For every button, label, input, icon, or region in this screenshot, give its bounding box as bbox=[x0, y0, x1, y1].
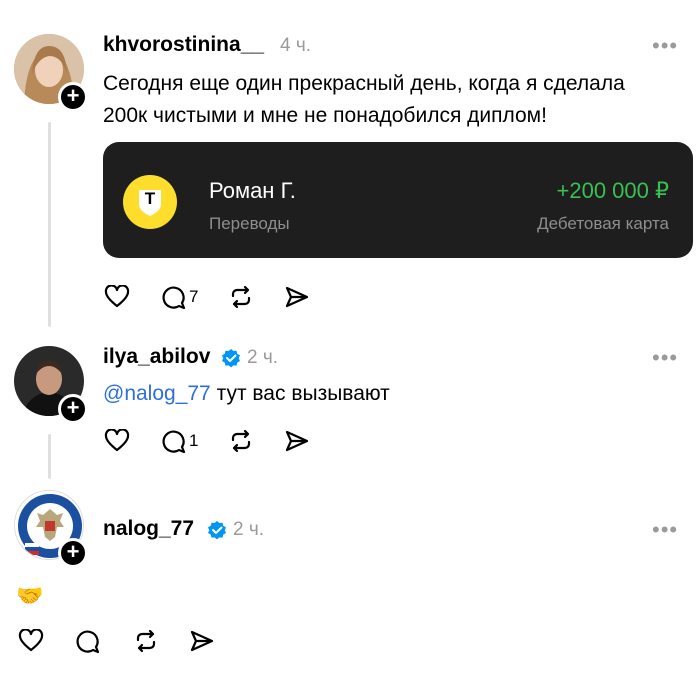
comment-icon bbox=[162, 286, 186, 310]
heart-icon bbox=[104, 429, 130, 452]
send-icon bbox=[286, 430, 309, 452]
heart-icon bbox=[104, 285, 130, 308]
repost-button[interactable] bbox=[228, 429, 254, 453]
repost-icon bbox=[232, 429, 251, 453]
heart-icon bbox=[18, 629, 44, 652]
verified-badge-icon bbox=[208, 521, 226, 540]
post-text-body: тут вас вызывают bbox=[210, 382, 390, 405]
more-options-button[interactable]: ••• bbox=[652, 33, 678, 59]
post-text: @nalog_77 тут вас вызывают bbox=[103, 378, 390, 410]
bank-logo-icon: Т bbox=[123, 175, 177, 229]
repost-button[interactable] bbox=[133, 629, 159, 653]
bank-transfer-card: Т Роман Г. Переводы +200 000 ₽ Дебетовая… bbox=[103, 142, 693, 258]
transfer-category: Переводы bbox=[209, 214, 290, 233]
like-button[interactable] bbox=[104, 429, 130, 453]
share-button[interactable] bbox=[284, 285, 310, 309]
post-actions: 1 bbox=[104, 428, 340, 454]
thread-line bbox=[48, 434, 51, 479]
reply-count: 1 bbox=[189, 431, 199, 450]
thread-line bbox=[48, 122, 51, 327]
follow-plus-button[interactable]: + bbox=[58, 394, 88, 424]
post-time: 2 ч. bbox=[247, 347, 279, 368]
comment-icon bbox=[162, 430, 186, 454]
post-text-line-1: Сегодня еще один прекрасный день, когда … bbox=[103, 72, 625, 95]
transfer-account: Дебетовая карта bbox=[537, 214, 669, 233]
more-options-button[interactable]: ••• bbox=[652, 345, 678, 371]
transfer-amount: +200 000 ₽ bbox=[556, 178, 669, 203]
follow-plus-button[interactable]: + bbox=[58, 82, 88, 112]
transfer-recipient: Роман Г. bbox=[209, 178, 296, 203]
post-username[interactable]: nalog_77 bbox=[103, 517, 194, 541]
mention-link[interactable]: @nalog_77 bbox=[103, 382, 211, 405]
post-text-line-2: 200к чистыми и мне не понадобился диплом… bbox=[103, 104, 547, 127]
post-actions: 7 bbox=[104, 284, 340, 310]
post-actions bbox=[18, 628, 245, 654]
like-button[interactable] bbox=[104, 285, 130, 309]
follow-plus-button[interactable]: + bbox=[58, 538, 88, 568]
post-time: 2 ч. bbox=[233, 519, 265, 540]
like-button[interactable] bbox=[18, 629, 44, 653]
more-options-button[interactable]: ••• bbox=[652, 517, 678, 543]
repost-button[interactable] bbox=[228, 285, 254, 309]
post-username[interactable]: khvorostinina__ bbox=[103, 33, 264, 57]
post-username[interactable]: ilya_abilov bbox=[103, 345, 210, 369]
repost-icon bbox=[232, 285, 251, 309]
comment-icon bbox=[76, 630, 100, 654]
share-button[interactable] bbox=[284, 429, 310, 453]
verified-badge-icon bbox=[222, 349, 240, 368]
reply-count: 7 bbox=[189, 287, 199, 306]
reply-button[interactable]: 1 bbox=[160, 428, 198, 454]
post-time: 4 ч. bbox=[280, 35, 312, 56]
reply-button[interactable] bbox=[74, 628, 103, 654]
bank-logo-letter: Т bbox=[144, 189, 156, 208]
repost-icon bbox=[136, 629, 156, 653]
post-text: 🤝 bbox=[16, 583, 44, 608]
reply-button[interactable]: 7 bbox=[160, 284, 198, 310]
share-button[interactable] bbox=[189, 629, 215, 653]
send-icon bbox=[190, 630, 214, 652]
send-icon bbox=[286, 286, 309, 308]
